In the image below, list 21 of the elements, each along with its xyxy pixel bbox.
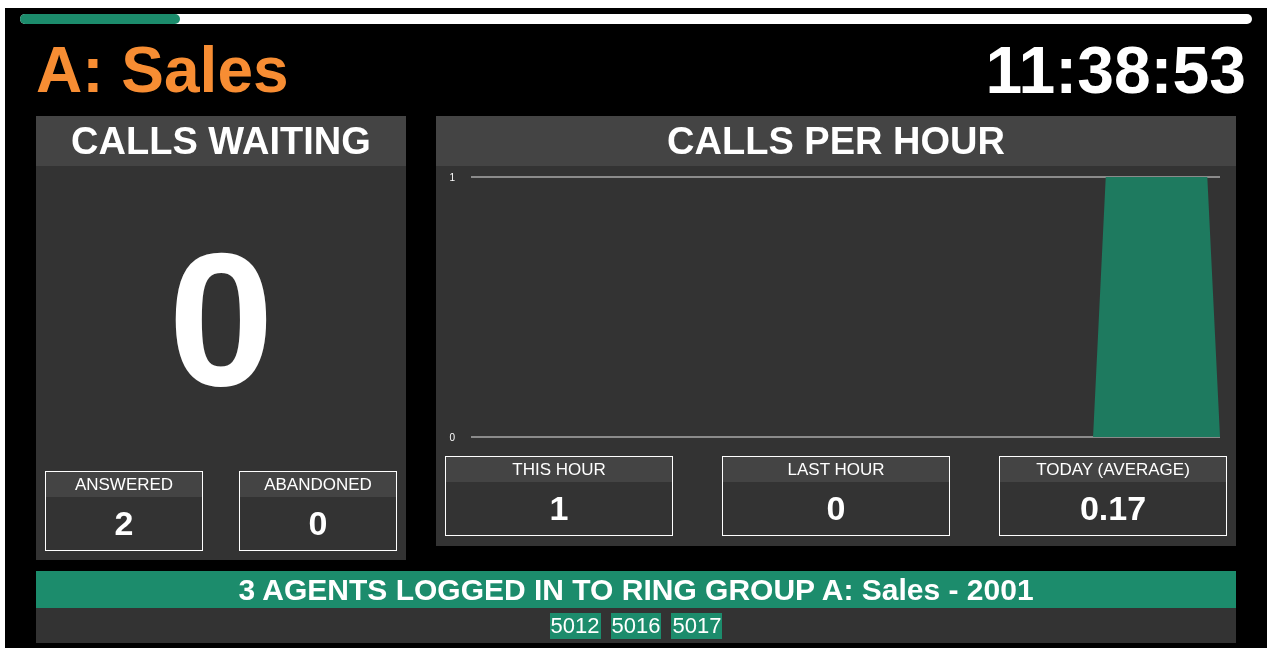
y-tick-label: 0	[449, 432, 455, 443]
queue-title: A: Sales	[36, 38, 289, 102]
panel-title: CALLS PER HOUR	[436, 116, 1236, 166]
stat-label: ANSWERED	[46, 472, 202, 497]
stat-label: THIS HOUR	[446, 457, 672, 482]
y-tick-label: 1	[449, 172, 455, 183]
stat-value: 0	[825, 488, 847, 529]
stat-label: LAST HOUR	[723, 457, 949, 482]
waiting-count: 0	[167, 211, 275, 427]
stat-label: ABANDONED	[240, 472, 396, 497]
extension-tag: 5016	[610, 612, 662, 639]
agents-banner: 3 AGENTS LOGGED IN TO RING GROUP A: Sales - 2001	[36, 571, 1236, 608]
clock: 11:38:53	[985, 37, 1246, 103]
extension-tag: 5017	[671, 612, 723, 639]
extension-tag: 5012	[549, 612, 601, 639]
stat-value: 0	[307, 503, 329, 544]
stat-value: 1	[548, 488, 570, 529]
stat-value: 0.17	[1078, 488, 1148, 529]
stat-label: TODAY (AVERAGE)	[1000, 457, 1226, 482]
stat-value: 2	[113, 503, 135, 544]
panel-title: CALLS WAITING	[36, 116, 406, 166]
